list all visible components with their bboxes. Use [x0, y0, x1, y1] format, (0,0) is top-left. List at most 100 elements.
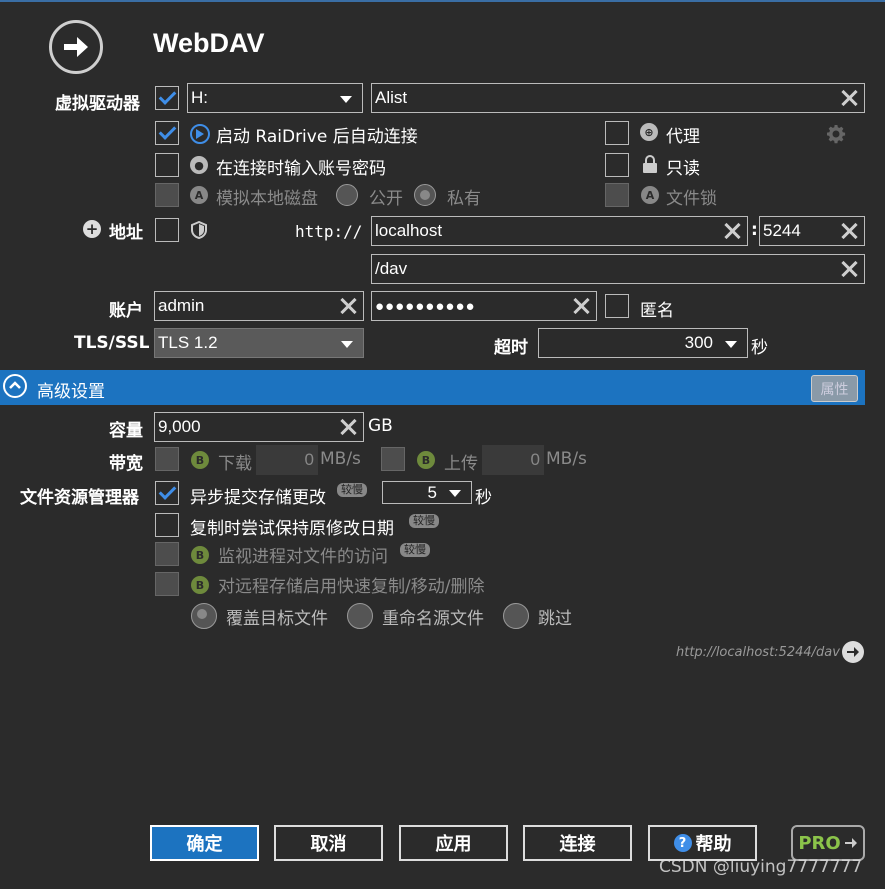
b-badge-icon: B — [191, 576, 209, 594]
label-tls: TLS/SSL — [74, 333, 150, 353]
clear-icon[interactable] — [841, 261, 857, 277]
slow-badge: 较慢 — [337, 483, 367, 497]
proxy-label: 代理 — [666, 127, 700, 147]
chevron-down-icon — [341, 341, 353, 348]
watermark: CSDN @liuying7777777 — [659, 857, 863, 877]
lock-icon — [642, 155, 658, 178]
prompt-credentials-label: 在连接时输入账号密码 — [216, 159, 386, 179]
gear-icon[interactable] — [826, 124, 846, 149]
user-icon: ● — [190, 156, 208, 174]
fast-copy-label: 对远程存储启用快速复制/移动/删除 — [218, 577, 485, 597]
properties-button[interactable]: 属性 — [811, 375, 858, 402]
path-input[interactable]: /dav — [371, 254, 865, 284]
fast-copy-checkbox[interactable] — [155, 572, 179, 596]
skip-label: 跳过 — [538, 609, 572, 629]
url-preview: http://localhost:5244/dav — [676, 645, 840, 660]
auto-connect-checkbox[interactable] — [155, 121, 179, 145]
monitor-access-label: 监视进程对文件的访问 — [218, 547, 388, 567]
download-limit-input[interactable]: 0 — [256, 445, 318, 475]
readonly-label: 只读 — [666, 159, 700, 179]
label-virtual-drive: 虚拟驱动器 — [55, 94, 140, 114]
proxy-checkbox[interactable] — [605, 121, 629, 145]
arrow-right-icon — [844, 838, 857, 848]
https-checkbox[interactable] — [155, 218, 179, 242]
label-bandwidth: 带宽 — [109, 454, 143, 474]
apply-button[interactable]: 应用 — [399, 825, 508, 861]
rename-radio[interactable] — [347, 603, 373, 629]
connect-button[interactable]: 连接 — [523, 825, 632, 861]
port-input[interactable]: 5244 — [759, 216, 865, 246]
label-address: 地址 — [109, 223, 143, 243]
username-input[interactable]: admin — [154, 291, 364, 321]
label-capacity: 容量 — [109, 421, 143, 441]
page-title: WebDAV — [153, 28, 265, 58]
slow-badge: 较慢 — [400, 543, 430, 557]
clear-icon[interactable] — [573, 298, 589, 314]
clear-icon[interactable] — [841, 223, 857, 239]
async-delay-select[interactable]: 5 — [382, 481, 472, 504]
host-input[interactable]: localhost — [371, 216, 748, 246]
a-badge-icon: A — [641, 186, 659, 204]
help-icon: ? — [673, 834, 692, 852]
virtual-drive-checkbox[interactable] — [155, 86, 179, 110]
file-lock-checkbox[interactable] — [605, 183, 629, 207]
private-label: 私有 — [447, 189, 481, 209]
clear-icon[interactable] — [340, 419, 356, 435]
timeout-unit: 秒 — [751, 338, 768, 358]
play-icon — [190, 124, 210, 144]
upload-limit-input[interactable]: 0 — [482, 445, 544, 475]
clear-icon[interactable] — [724, 223, 740, 239]
upload-unit: MB/s — [546, 449, 587, 469]
public-label: 公开 — [369, 189, 403, 209]
port-colon: : — [751, 220, 758, 240]
password-input[interactable]: ●●●●●●●●●● — [371, 291, 597, 321]
async-commit-checkbox[interactable] — [155, 481, 179, 505]
readonly-checkbox[interactable] — [605, 153, 629, 177]
private-radio[interactable] — [414, 184, 436, 206]
overwrite-radio[interactable] — [191, 603, 217, 629]
chevron-up-icon[interactable] — [3, 374, 27, 398]
prompt-credentials-checkbox[interactable] — [155, 153, 179, 177]
download-limit-checkbox[interactable] — [155, 447, 179, 471]
arrow-right-icon — [49, 20, 103, 74]
plus-icon[interactable]: + — [83, 220, 101, 238]
open-url-icon[interactable] — [842, 641, 864, 663]
keep-date-label: 复制时尝试保持原修改日期 — [190, 519, 394, 539]
drive-letter-select[interactable]: H: — [187, 83, 363, 113]
anonymous-label: 匿名 — [640, 301, 674, 321]
label-account: 账户 — [109, 301, 143, 321]
top-accent-line — [0, 0, 885, 2]
chevron-down-icon — [449, 490, 461, 497]
keep-date-checkbox[interactable] — [155, 513, 179, 537]
anonymous-checkbox[interactable] — [605, 294, 629, 318]
globe-icon: ⊕ — [640, 123, 658, 141]
emulate-local-label: 模拟本地磁盘 — [216, 189, 318, 209]
emulate-local-checkbox[interactable] — [155, 183, 179, 207]
capacity-input[interactable]: 9,000 — [154, 412, 364, 442]
a-badge-icon: A — [190, 186, 208, 204]
ok-button[interactable]: 确定 — [150, 825, 259, 861]
b-badge-icon: B — [417, 451, 435, 469]
file-lock-label: 文件锁 — [666, 189, 717, 209]
clear-icon[interactable] — [841, 90, 857, 106]
help-button[interactable]: ? 帮助 — [648, 825, 757, 861]
timeout-select[interactable]: 300 — [538, 328, 748, 358]
cancel-button[interactable]: 取消 — [274, 825, 383, 861]
auto-connect-label: 启动 RaiDrive 后自动连接 — [216, 127, 418, 147]
pro-button[interactable]: PRO — [791, 825, 865, 861]
clear-icon[interactable] — [340, 298, 356, 314]
drive-name-input[interactable]: Alist — [371, 83, 865, 113]
async-commit-label: 异步提交存储更改 — [190, 488, 326, 508]
upload-limit-checkbox[interactable] — [381, 447, 405, 471]
monitor-access-checkbox[interactable] — [155, 542, 179, 566]
advanced-settings-bar[interactable]: 高级设置 属性 — [0, 370, 865, 405]
overwrite-label: 覆盖目标文件 — [226, 609, 328, 629]
scheme-label: http:// — [295, 222, 363, 241]
public-radio[interactable] — [336, 184, 358, 206]
label-timeout: 超时 — [494, 338, 528, 358]
slow-badge: 较慢 — [409, 514, 439, 528]
skip-radio[interactable] — [503, 603, 529, 629]
shield-icon — [191, 220, 207, 244]
advanced-settings-title: 高级设置 — [37, 382, 105, 402]
tls-select[interactable]: TLS 1.2 — [154, 328, 364, 358]
